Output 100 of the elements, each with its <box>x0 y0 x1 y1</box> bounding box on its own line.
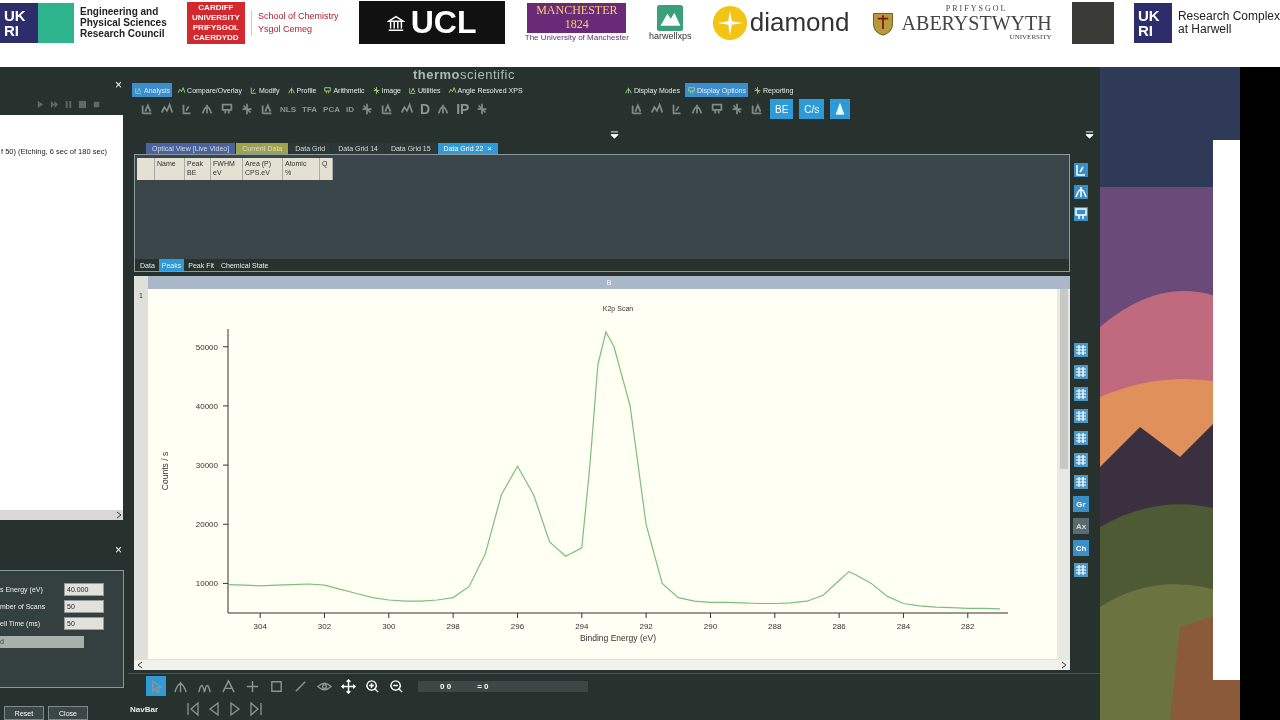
tick-label: 292 <box>639 622 653 631</box>
tab-icon <box>371 85 381 95</box>
navigation-icon[interactable] <box>185 701 201 717</box>
tool-icon <box>268 678 284 694</box>
tool-button[interactable]: IP <box>456 101 470 117</box>
tool-icon <box>388 678 404 694</box>
sun-icon <box>711 4 748 41</box>
tick-label: 290 <box>703 622 718 631</box>
tool-button[interactable]: NLS <box>280 104 296 114</box>
ukri-logo: UK RI <box>1133 2 1172 43</box>
side-tool-button[interactable]: Ch <box>1073 540 1089 556</box>
side-tool-button[interactable]: Gr <box>1073 496 1089 512</box>
axis-title: Binding Energy (eV) <box>579 633 657 643</box>
tool-button[interactable]: PCA <box>323 104 340 114</box>
tick-label: 40000 <box>195 401 218 411</box>
side-tool-icon[interactable] <box>1073 364 1089 380</box>
tab-icon <box>408 85 417 95</box>
side-tool-icon[interactable] <box>1073 386 1089 402</box>
logo-stripe <box>38 2 74 43</box>
tool-icon[interactable] <box>260 102 274 116</box>
logo-text: Research Complex at Harwell <box>1177 9 1280 36</box>
tool-button[interactable]: D <box>420 101 431 117</box>
logo-text: harwellxps <box>649 30 692 41</box>
tool-icon[interactable] <box>140 102 154 116</box>
scrollbar[interactable] <box>134 660 1070 670</box>
media-control-icon[interactable] <box>36 100 45 109</box>
tool-icon <box>364 678 380 694</box>
media-control-icon[interactable] <box>50 100 59 109</box>
tool-icon[interactable] <box>400 102 414 116</box>
tick-label: 288 <box>768 622 782 631</box>
tool-icon[interactable] <box>690 102 704 116</box>
tool-icon[interactable] <box>180 102 194 116</box>
tool-icon[interactable] <box>240 102 254 116</box>
institute-logo <box>1071 1 1114 44</box>
tick-label: 284 <box>896 622 911 631</box>
side-tool-icon[interactable] <box>1073 184 1089 200</box>
tab-icon <box>447 85 457 95</box>
tool-icon[interactable] <box>436 102 451 116</box>
tool-icon <box>220 678 236 694</box>
tool-button[interactable]: TFA <box>302 104 318 114</box>
toolbar-button[interactable] <box>338 676 358 696</box>
side-tool-icon[interactable] <box>1073 474 1089 490</box>
tick-label: 50000 <box>195 342 218 352</box>
mountain-icon <box>657 4 684 31</box>
collapse-icon[interactable] <box>1085 131 1094 140</box>
tool-icon[interactable] <box>710 102 724 116</box>
tool-button[interactable]: ID <box>346 104 354 114</box>
tab-icon <box>177 85 187 95</box>
tick-label: 30000 <box>195 461 218 471</box>
tab-icon <box>323 85 333 95</box>
readout-value: 0 0 <box>440 681 452 691</box>
side-tool-icon[interactable] <box>1073 342 1089 358</box>
readout-value: = 0 <box>477 681 489 691</box>
close-button[interactable]: × <box>115 544 122 556</box>
collapse-icon[interactable] <box>610 131 619 140</box>
tool-icon[interactable] <box>670 102 684 116</box>
tick-label: 302 <box>317 622 332 631</box>
logo-text: Engineering and Physical Sciences Research Council <box>80 6 167 39</box>
tick-label: 282 <box>961 622 975 631</box>
side-tool-icon[interactable] <box>1073 562 1089 578</box>
tab-icon <box>134 85 143 95</box>
toggle-button[interactable] <box>830 99 851 119</box>
tool-icon <box>340 678 356 694</box>
tool-icon[interactable] <box>360 102 374 116</box>
tick-label: 20000 <box>195 520 218 530</box>
close-button[interactable]: × <box>115 79 122 91</box>
logo-text: The University of Manchester <box>524 33 629 42</box>
side-tool-icon[interactable] <box>1073 408 1089 424</box>
tool-icon[interactable] <box>220 102 234 116</box>
tool-icon[interactable] <box>200 102 214 116</box>
tool-icon[interactable] <box>160 102 174 116</box>
scroll-left-icon[interactable] <box>136 661 144 669</box>
tool-icon[interactable] <box>730 102 744 116</box>
side-tool-icon[interactable] <box>1073 452 1089 468</box>
axis-title: Counts / s <box>160 451 170 491</box>
side-tool-icon[interactable] <box>1073 430 1089 446</box>
tick-label: 286 <box>832 622 846 631</box>
tool-icon[interactable] <box>750 102 764 116</box>
ucl-logo: UCL <box>358 1 505 44</box>
tab-icon <box>248 85 258 95</box>
logo-text: diamond <box>749 7 850 38</box>
tool-icon[interactable] <box>650 102 664 116</box>
tool-icon[interactable] <box>380 102 394 116</box>
side-tool-icon[interactable] <box>1073 206 1089 222</box>
side-tool-icon[interactable] <box>1073 162 1089 178</box>
cardiff-logo: CARDIFF UNIVERSITY PRIFYSGOL CAERDYDD <box>186 1 245 44</box>
scroll-right-icon[interactable] <box>115 511 123 519</box>
tab-icon <box>286 85 296 95</box>
tick-label: 304 <box>253 622 267 631</box>
scroll-right-icon[interactable] <box>1060 661 1068 669</box>
scrollbar[interactable] <box>0 510 123 520</box>
tool-icon[interactable] <box>630 102 644 116</box>
logo-text: School of Chemistry Ysgol Cemeg <box>250 9 339 36</box>
tab-icon <box>624 85 633 95</box>
manchester-logo: MANCHESTER 1824 <box>527 3 627 33</box>
navbar-label: NavBar <box>130 704 158 714</box>
scrollbar[interactable] <box>1057 289 1070 660</box>
navigation-icon[interactable] <box>248 701 264 717</box>
header-cell <box>137 158 155 180</box>
media-control-icon[interactable] <box>64 100 73 109</box>
